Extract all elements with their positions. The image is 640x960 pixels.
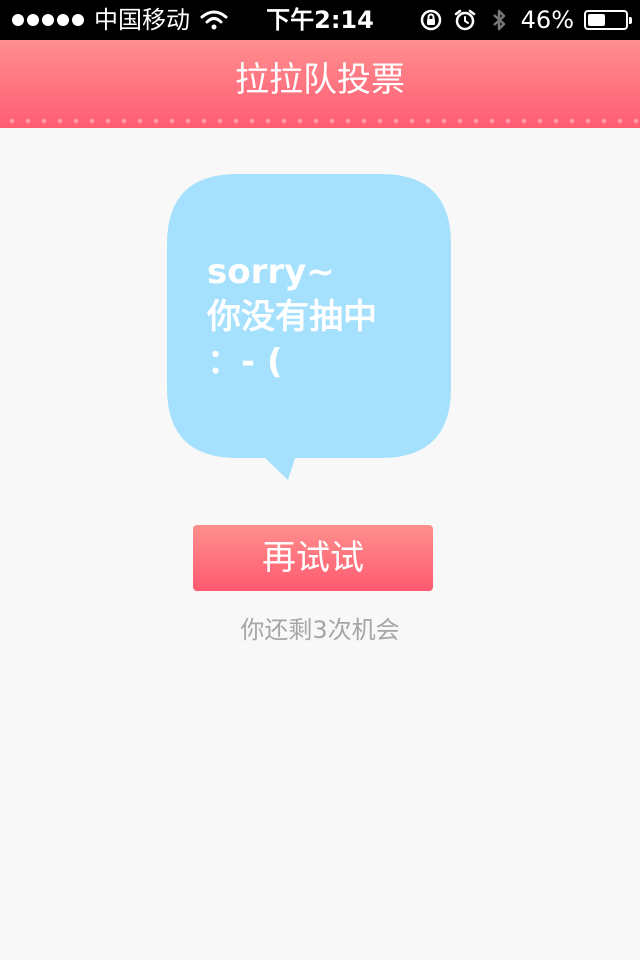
battery-icon [584, 10, 632, 30]
page-title: 拉拉队投票 [235, 60, 405, 100]
result-message: sorry~ 你没有抽中 ：- ( [207, 250, 377, 385]
result-line-3: ：- ( [207, 342, 283, 382]
retry-button[interactable]: 再试试 [193, 525, 433, 591]
rotation-lock-icon [420, 9, 441, 31]
result-speech-bubble: sorry~ 你没有抽中 ：- ( [167, 174, 451, 484]
result-line-1: sorry~ [207, 252, 335, 292]
status-right: 46% [419, 0, 632, 40]
alarm-icon [454, 9, 475, 31]
nav-dotted-border [0, 114, 640, 128]
battery-percentage: 46% [520, 6, 574, 34]
battery-fill [588, 14, 605, 26]
remaining-chances-text: 你还剩3次机会 [240, 616, 400, 644]
navigation-bar: 拉拉队投票 [0, 40, 640, 128]
status-bar: 中国移动 下午2:14 46% [0, 0, 640, 40]
bluetooth-icon [492, 9, 505, 31]
result-line-2: 你没有抽中 [207, 297, 377, 337]
